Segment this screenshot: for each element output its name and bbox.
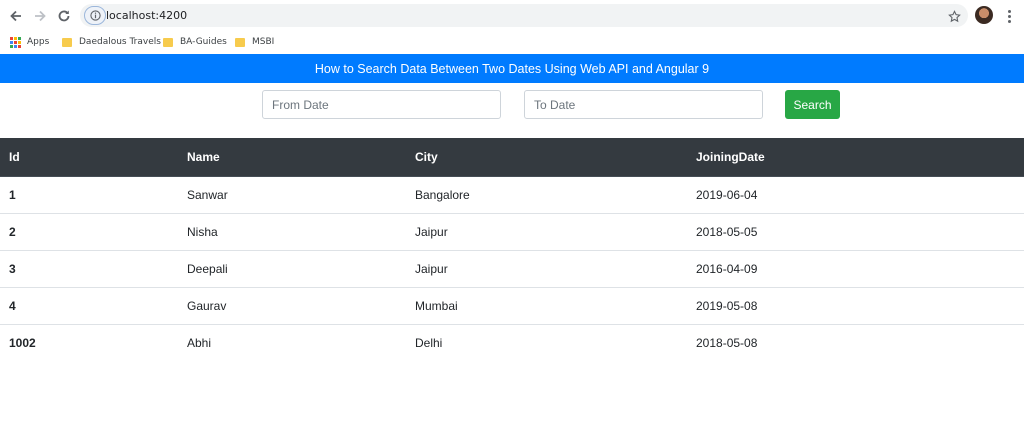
cell-id: 2 bbox=[0, 213, 178, 251]
folder-icon bbox=[163, 37, 173, 47]
column-header-city: City bbox=[406, 138, 687, 177]
to-date-input[interactable] bbox=[524, 90, 763, 119]
folder-icon bbox=[235, 37, 245, 47]
table-header-row: Id Name City JoiningDate bbox=[0, 138, 1024, 177]
cell-name: Sanwar bbox=[178, 176, 406, 214]
cell-id: 1 bbox=[0, 176, 178, 214]
cell-joining-date: 2016-04-09 bbox=[687, 250, 1024, 288]
bookmark-label: Daedalous Travels bbox=[79, 37, 161, 47]
cell-city: Bangalore bbox=[406, 176, 687, 214]
cell-id: 1002 bbox=[9, 335, 36, 350]
cell-joining-date: 2019-06-04 bbox=[687, 176, 1024, 214]
column-header-id: Id bbox=[0, 138, 178, 177]
table-row: 4 Gaurav Mumbai 2019-05-08 bbox=[0, 287, 1024, 325]
browser-toolbar: localhost:4200 bbox=[0, 0, 1024, 32]
back-icon[interactable] bbox=[6, 6, 26, 26]
address-bar[interactable] bbox=[80, 4, 968, 27]
bookmark-apps[interactable]: Apps bbox=[10, 34, 49, 50]
bookmark-label: Apps bbox=[27, 37, 50, 47]
cell-name: Abhi bbox=[187, 335, 212, 350]
apps-grid-icon bbox=[10, 36, 21, 48]
column-header-name: Name bbox=[178, 138, 406, 177]
profile-avatar[interactable] bbox=[975, 6, 993, 24]
cell-joining-date: 2018-05-08 bbox=[696, 335, 758, 350]
cell-name: Nisha bbox=[178, 213, 406, 251]
cell-city: Jaipur bbox=[406, 250, 687, 288]
bookmark-label: BA-Guides bbox=[180, 37, 227, 47]
url-text[interactable]: localhost:4200 bbox=[106, 9, 187, 22]
page-title-banner: How to Search Data Between Two Dates Usi… bbox=[0, 54, 1024, 83]
site-info-icon[interactable] bbox=[84, 6, 106, 25]
from-date-input[interactable] bbox=[262, 90, 501, 119]
table-row: 1 Sanwar Bangalore 2019-06-04 bbox=[0, 176, 1024, 214]
cell-id: 4 bbox=[0, 287, 178, 325]
forward-icon[interactable] bbox=[30, 6, 50, 26]
cell-name: Deepali bbox=[178, 250, 406, 288]
cell-city: Delhi bbox=[415, 335, 443, 350]
bookmarks-bar: Apps Daedalous Travels BA-Guides MSBI bbox=[0, 32, 1024, 52]
search-button[interactable]: Search bbox=[785, 90, 840, 119]
page-title: How to Search Data Between Two Dates Usi… bbox=[314, 61, 710, 76]
cell-city: Mumbai bbox=[406, 287, 687, 325]
cell-joining-date: 2019-05-08 bbox=[687, 287, 1024, 325]
reload-icon[interactable] bbox=[54, 6, 74, 26]
column-header-joining-date: JoiningDate bbox=[687, 138, 1024, 177]
more-menu-icon[interactable] bbox=[1002, 6, 1016, 26]
bookmark-label: MSBI bbox=[252, 37, 275, 47]
cell-city: Jaipur bbox=[406, 213, 687, 251]
cell-name: Gaurav bbox=[178, 287, 406, 325]
folder-icon bbox=[62, 37, 72, 47]
bookmark-daedalous-travels[interactable]: Daedalous Travels bbox=[62, 34, 161, 50]
table-row: 1002 Abhi Delhi 2018-05-08 bbox=[0, 324, 1024, 361]
employee-table: Id Name City JoiningDate 1 Sanwar Bangal… bbox=[0, 138, 1024, 361]
bookmark-ba-guides[interactable]: BA-Guides bbox=[163, 34, 227, 50]
table-row: 2 Nisha Jaipur 2018-05-05 bbox=[0, 213, 1024, 251]
bookmark-star-icon[interactable] bbox=[945, 7, 963, 25]
table-row: 3 Deepali Jaipur 2016-04-09 bbox=[0, 250, 1024, 288]
cell-id: 3 bbox=[0, 250, 178, 288]
cell-joining-date: 2018-05-05 bbox=[687, 213, 1024, 251]
bookmark-msbi[interactable]: MSBI bbox=[235, 34, 274, 50]
